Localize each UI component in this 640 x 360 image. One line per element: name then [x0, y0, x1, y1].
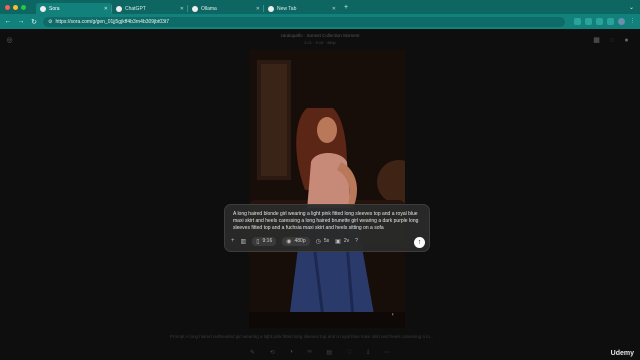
tab-chatgpt[interactable]: ChatGPT ✕ [111, 3, 188, 14]
resolution-button[interactable]: ◉ 480p [282, 236, 310, 246]
tab-sora[interactable]: Sora ✕ [36, 3, 112, 14]
extension-icon[interactable] [596, 18, 603, 25]
browser-tab-bar: Sora ✕ ChatGPT ✕ Ollama ✕ New Tab ✕ + ⌄ [0, 0, 640, 14]
maximize-window-button[interactable] [21, 4, 26, 10]
close-tab-icon[interactable]: ✕ [180, 6, 184, 12]
page-title: zaralopalfo · Sonnet Collection Moment [280, 33, 360, 38]
bottom-toolbar: ✎ ⟲ ◑ ∞ ▤ ♡ ⤓ ⋯ [250, 349, 390, 356]
tab-search-icon[interactable]: ⌄ [629, 4, 634, 11]
profile-avatar[interactable] [618, 18, 625, 25]
site-info-icon[interactable]: ⚙ [48, 19, 52, 25]
tab-title: ChatGPT [125, 5, 146, 12]
plus-icon: + [231, 238, 235, 244]
storyboard-icon[interactable]: ▤ [326, 349, 332, 356]
minimize-window-button[interactable] [13, 4, 18, 10]
composer-toolbar: + ▥ ▯ 9:16 ◉ 480p ◷ 5s ▣ 2v ? [231, 236, 423, 246]
tab-title: Sora [49, 5, 60, 12]
variations-button[interactable]: ▣ 2v [335, 238, 349, 245]
close-tab-icon[interactable]: ✕ [332, 6, 336, 12]
tab-title: Ollama [201, 5, 217, 12]
tab-ollama[interactable]: Ollama ✕ [187, 3, 264, 14]
submit-button[interactable]: ↑ [414, 237, 425, 248]
close-window-button[interactable] [5, 4, 10, 10]
prompt-caption: Prompt A long haired redheaded girl wear… [170, 334, 434, 339]
loop-icon[interactable]: ∞ [308, 349, 312, 356]
variations-icon: ▣ [335, 238, 341, 245]
more-icon[interactable]: ⋯ [384, 349, 390, 356]
blend-icon[interactable]: ◑ [289, 349, 293, 356]
download-icon[interactable]: ⤓ [367, 349, 370, 356]
extension-icon[interactable] [585, 18, 592, 25]
help-button[interactable]: ? [355, 238, 358, 244]
extension-icon[interactable] [574, 18, 581, 25]
browser-nav-bar: ← → ↻ ⚙ https://sora.com/g/gen_01jj5gjkf… [0, 14, 640, 29]
tab-title: New Tab [277, 5, 297, 12]
url-text: https://sora.com/g/gen_01jj5gjkff4b3rn4b… [55, 18, 170, 25]
variations-label: 2v [343, 238, 350, 244]
preset-button[interactable]: ▥ [241, 238, 247, 245]
portrait-icon: ▯ [256, 238, 260, 245]
prompt-composer: A long haired blonde girl wearing a ligh… [224, 204, 430, 252]
page-content: zaralopalfo · Sonnet Collection Moment 2… [0, 29, 640, 360]
sora-watermark-icon: ◐ [391, 312, 395, 318]
user-avatar[interactable]: ● [623, 37, 630, 44]
grid-icon[interactable]: ▦ [593, 37, 600, 44]
new-tab-button[interactable]: + [344, 4, 348, 11]
ollama-favicon-icon [192, 5, 198, 12]
clock-icon: ◷ [315, 238, 321, 245]
close-tab-icon[interactable]: ✕ [104, 6, 108, 12]
aspect-ratio-label: 9:16 [262, 238, 273, 244]
page-subtitle: 2:21 · 9:16 · 480p [304, 40, 336, 45]
arrow-up-icon: ↑ [417, 239, 422, 246]
aspect-ratio-button[interactable]: ▯ 9:16 [252, 236, 277, 246]
sora-logo-icon[interactable]: ◎ [6, 37, 13, 44]
back-icon[interactable]: ← [4, 18, 12, 25]
help-label: ? [355, 238, 358, 244]
add-media-button[interactable]: + [231, 238, 235, 244]
extension-icon[interactable] [607, 18, 614, 25]
favorite-icon[interactable]: ♡ [347, 349, 352, 356]
address-bar[interactable]: ⚙ https://sora.com/g/gen_01jj5gjkff4b3rn… [43, 16, 565, 27]
preset-icon: ▥ [240, 238, 247, 245]
generated-video-frame[interactable]: ◐ [249, 50, 405, 328]
udemy-watermark: Udemy [610, 350, 634, 357]
reload-icon[interactable]: ↻ [30, 18, 38, 26]
page-header: zaralopalfo · Sonnet Collection Moment 2… [0, 33, 640, 45]
duration-label: 5s [323, 238, 330, 244]
duration-button[interactable]: ◷ 5s [316, 238, 330, 245]
tab-new-tab[interactable]: New Tab ✕ [263, 3, 340, 14]
chrome-favicon-icon [268, 5, 274, 12]
notification-icon[interactable]: ◌ [608, 37, 615, 44]
sora-favicon-icon [40, 5, 46, 12]
remix-icon[interactable]: ⟲ [270, 349, 275, 356]
prompt-input[interactable]: A long haired blonde girl wearing a ligh… [233, 211, 425, 232]
eye-icon: ◉ [286, 238, 292, 245]
menu-icon[interactable]: ⋮ [629, 18, 636, 25]
chatgpt-favicon-icon [116, 5, 122, 12]
window-controls [5, 4, 26, 10]
extensions-area: ⋮ [574, 18, 636, 25]
forward-icon[interactable]: → [17, 18, 25, 25]
video-preview-image [249, 50, 405, 328]
edit-icon[interactable]: ✎ [250, 349, 255, 356]
resolution-label: 480p [294, 238, 306, 244]
close-tab-icon[interactable]: ✕ [256, 6, 260, 12]
